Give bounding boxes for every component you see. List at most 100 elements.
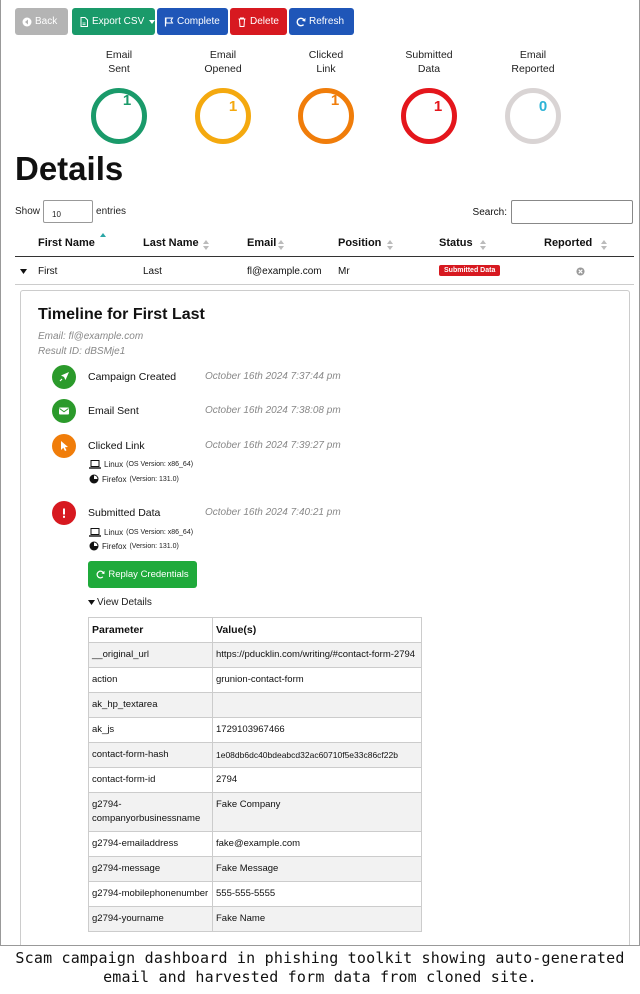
param-name: g2794-message bbox=[88, 856, 213, 882]
sort-icon bbox=[278, 240, 284, 250]
table-row: g2794-mobilephonenumber 555-555-5555 bbox=[88, 881, 422, 907]
app-frame: Back Export CSV Complete Delete Refresh … bbox=[0, 0, 640, 946]
event-name: Campaign Created bbox=[88, 371, 177, 383]
table-row: g2794-emailaddress fake@example.com bbox=[88, 831, 422, 857]
refresh-button[interactable]: Refresh bbox=[289, 8, 354, 35]
sort-icon bbox=[203, 240, 209, 250]
col-reported[interactable]: Reported bbox=[544, 237, 607, 250]
entries-label: entries bbox=[96, 206, 127, 217]
param-name: ak_js bbox=[88, 717, 213, 743]
param-header-row: Parameter Value(s) bbox=[88, 617, 422, 643]
delete-button[interactable]: Delete bbox=[230, 8, 287, 35]
col-position[interactable]: Position bbox=[338, 237, 393, 250]
not-reported-icon bbox=[576, 267, 585, 276]
stat-email-reported: Email Reported 0 bbox=[498, 48, 568, 144]
param-value: Fake Company bbox=[212, 792, 422, 832]
event-time: October 16th 2024 7:39:27 pm bbox=[205, 440, 341, 451]
stat-ring bbox=[195, 88, 251, 144]
value-col-header: Value(s) bbox=[212, 617, 422, 643]
event-os: Linux (OS Version: x86_64) bbox=[89, 528, 193, 537]
param-value: Fake Name bbox=[212, 906, 422, 932]
back-button[interactable]: Back bbox=[15, 8, 68, 35]
sort-icon bbox=[387, 240, 393, 250]
stat-label: Email Opened bbox=[204, 49, 242, 75]
param-value bbox=[212, 692, 422, 718]
table-row: contact-form-hash 1e08db6dc40bdeabcd32ac6… bbox=[88, 742, 422, 768]
complete-button[interactable]: Complete bbox=[157, 8, 228, 35]
param-value: fake@example.com bbox=[212, 831, 422, 857]
event-time: October 16th 2024 7:37:44 pm bbox=[205, 371, 341, 382]
view-details-toggle[interactable]: View Details bbox=[88, 597, 152, 608]
stat-ring bbox=[401, 88, 457, 144]
param-name: contact-form-id bbox=[88, 767, 213, 793]
complete-label: Complete bbox=[177, 16, 220, 27]
toolbar: Back Export CSV Complete Delete Refresh bbox=[15, 8, 354, 35]
param-value: grunion-contact-form bbox=[212, 667, 422, 693]
stat-value: 0 bbox=[538, 98, 548, 115]
stat-submitted-data: Submitted Data 1 bbox=[394, 48, 464, 144]
figure-caption: Scam campaign dashboard in phishing tool… bbox=[15, 949, 625, 986]
stat-value: 1 bbox=[433, 98, 443, 115]
file-icon bbox=[79, 16, 89, 27]
table-row: g2794-yourname Fake Name bbox=[88, 906, 422, 932]
table-row: ak_hp_textarea bbox=[88, 692, 422, 718]
back-label: Back bbox=[35, 16, 58, 27]
col-email[interactable]: Email bbox=[247, 237, 284, 250]
param-value: 555-555-5555 bbox=[212, 881, 422, 907]
param-value: 2794 bbox=[212, 767, 422, 793]
event-time: October 16th 2024 7:38:08 pm bbox=[205, 405, 341, 416]
param-value: 1e08db6dc40bdeabcd32ac60710f5e33c86cf22b bbox=[212, 742, 422, 768]
table-row: g2794-message Fake Message bbox=[88, 856, 422, 882]
refresh-label: Refresh bbox=[309, 16, 345, 27]
event-name: Submitted Data bbox=[88, 507, 161, 519]
param-name: g2794-yourname bbox=[88, 906, 213, 932]
sort-icon bbox=[601, 240, 607, 250]
param-name: ak_hp_textarea bbox=[88, 692, 213, 718]
table-row: contact-form-id 2794 bbox=[88, 767, 422, 793]
laptop-icon bbox=[89, 460, 101, 469]
status-badge: Submitted Data bbox=[439, 265, 501, 276]
results-table-header: First Name Last Name Email Position Stat… bbox=[15, 229, 634, 257]
stat-value: 1 bbox=[228, 98, 238, 115]
caret-down-icon bbox=[88, 600, 95, 605]
timeline-result-id: Result ID: dBSMje1 bbox=[38, 346, 126, 357]
back-arrow-icon bbox=[22, 17, 32, 27]
param-col-header: Parameter bbox=[88, 617, 213, 643]
export-csv-button[interactable]: Export CSV bbox=[72, 8, 156, 35]
param-name: action bbox=[88, 667, 213, 693]
table-row[interactable]: First Last fl@example.com Mr Submitted D… bbox=[15, 258, 634, 285]
param-name: contact-form-hash bbox=[88, 742, 213, 768]
search-input[interactable] bbox=[511, 200, 633, 224]
cell-last-name: Last bbox=[143, 266, 162, 277]
table-row: action grunion-contact-form bbox=[88, 667, 422, 693]
event-os: Linux (OS Version: x86_64) bbox=[89, 460, 193, 469]
event-name: Email Sent bbox=[88, 405, 139, 417]
export-csv-label: Export CSV bbox=[92, 16, 145, 27]
event-browser: Firefox (Version: 131.0) bbox=[89, 541, 179, 551]
parameters-table: Parameter Value(s) __original_url https:/… bbox=[88, 617, 422, 932]
refresh-icon bbox=[96, 570, 105, 579]
stat-clicked-link: Clicked Link 1 bbox=[291, 48, 361, 144]
rocket-icon bbox=[52, 365, 76, 389]
refresh-icon bbox=[296, 17, 306, 27]
show-label: Show bbox=[15, 206, 41, 217]
col-first-name[interactable]: First Name bbox=[38, 233, 106, 249]
param-name: g2794-emailaddress bbox=[88, 831, 213, 857]
timeline-title: Timeline for First Last bbox=[38, 306, 205, 323]
caret-down-icon bbox=[149, 19, 156, 24]
param-value: Fake Message bbox=[212, 856, 422, 882]
flag-icon bbox=[164, 17, 174, 27]
entries-select[interactable]: 10 bbox=[43, 200, 94, 223]
stat-email-sent: Email Sent 1 bbox=[84, 48, 154, 144]
col-last-name[interactable]: Last Name bbox=[143, 237, 209, 250]
trash-icon bbox=[237, 17, 247, 27]
search-label: Search: bbox=[472, 206, 507, 218]
param-name: g2794-mobilephonenumber bbox=[88, 881, 213, 907]
expand-caret-icon[interactable] bbox=[20, 269, 27, 274]
event-browser: Firefox (Version: 131.0) bbox=[89, 474, 179, 484]
replay-credentials-button[interactable]: Replay Credentials bbox=[88, 561, 197, 588]
sort-icon bbox=[480, 240, 486, 250]
param-value: https://pducklin.com/writing/#contact-fo… bbox=[212, 642, 422, 668]
col-status[interactable]: Status bbox=[439, 237, 486, 250]
stat-value: 1 bbox=[122, 92, 132, 109]
